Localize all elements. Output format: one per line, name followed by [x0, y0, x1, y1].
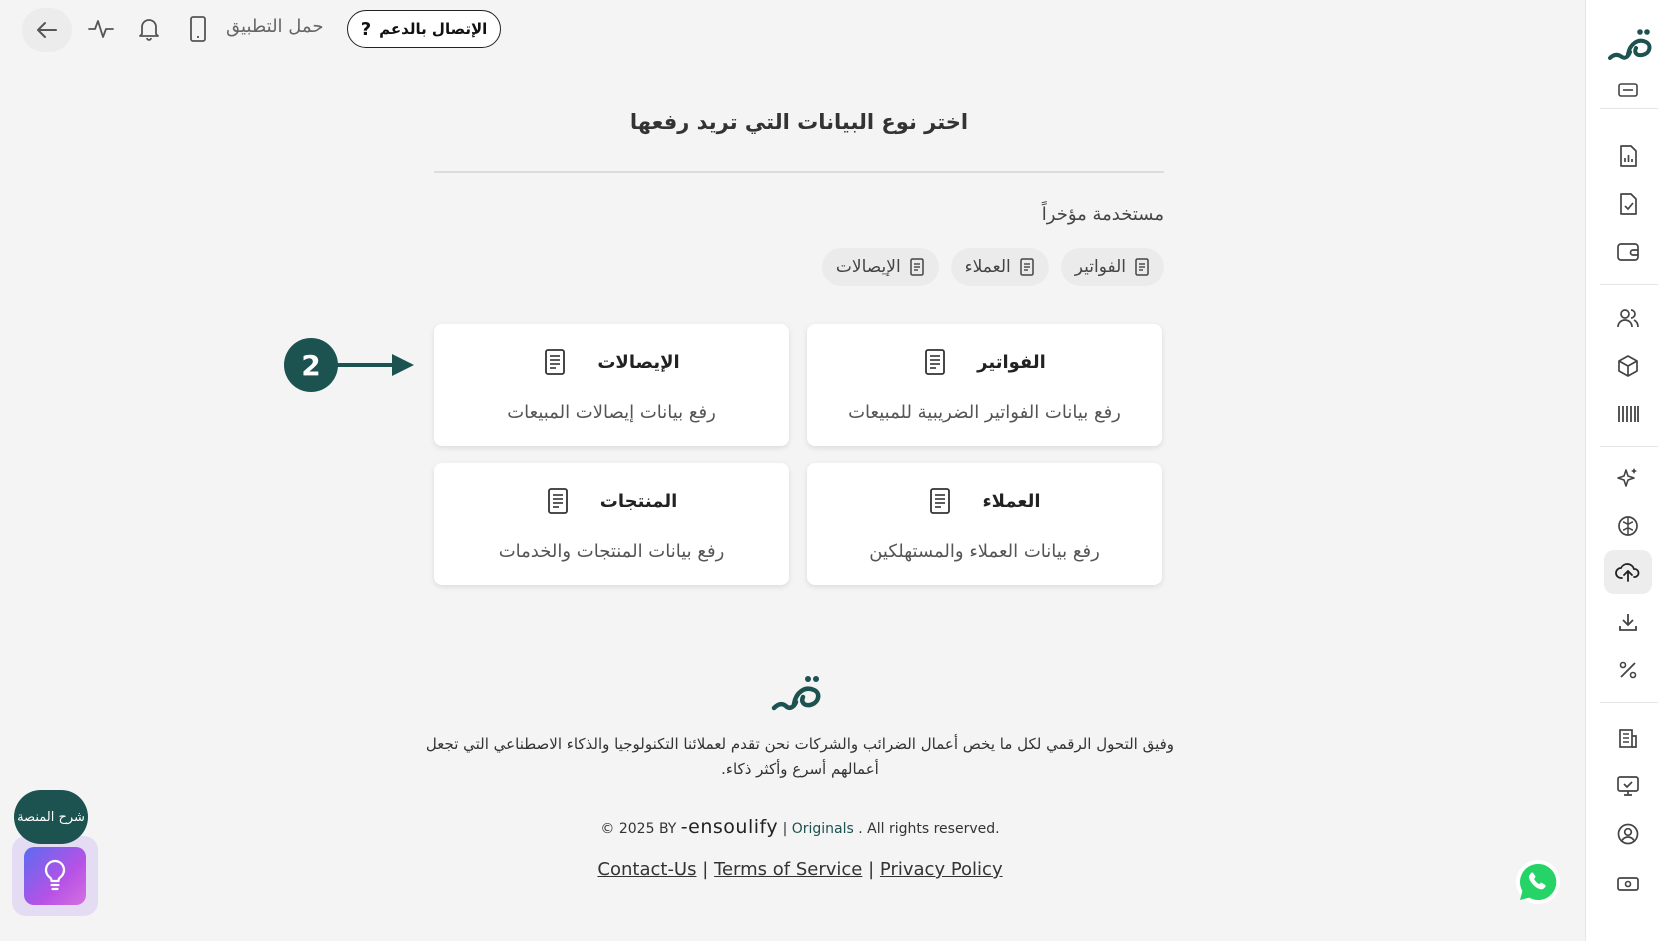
title-divider [434, 171, 1164, 173]
copyright-prefix: © 2025 BY [600, 821, 677, 837]
card-description: رفع بيانات العملاء والمستهلكين [869, 541, 1100, 562]
user-circle-icon[interactable] [1604, 812, 1652, 856]
recent-label: مستخدمة مؤخراً [1041, 204, 1164, 225]
chip-label: الإيصالات [835, 257, 901, 277]
chip-label: العملاء [964, 257, 1011, 277]
report-icon[interactable] [1604, 134, 1652, 178]
recent-chip-receipts[interactable]: الإيصالات [821, 248, 939, 286]
recent-chips: الفواتير العملاء الإيصالات [821, 248, 1164, 286]
building-icon[interactable] [1604, 716, 1652, 760]
brand-name[interactable]: -ensoulify [681, 816, 778, 838]
support-label: الإتصال بالدعم [379, 20, 488, 38]
document-icon [923, 348, 947, 376]
contact-us-link[interactable]: Contact-Us [597, 859, 696, 880]
originals-link[interactable]: Originals [792, 821, 854, 837]
card-invoices[interactable]: الفواتير رفع بيانات الفواتير الضريبية لل… [807, 324, 1162, 446]
card-description: رفع بيانات إيصالات المبيعات [507, 402, 716, 423]
page-title: اختر نوع البيانات التي تريد رفعها [629, 110, 969, 134]
document-icon [909, 258, 925, 276]
card-description: رفع بيانات المنتجات والخدمات [498, 541, 725, 562]
card-title: المنتجات [599, 490, 678, 512]
card-title: العملاء [982, 490, 1041, 512]
box-icon[interactable] [1604, 344, 1652, 388]
document-icon [1019, 258, 1035, 276]
platform-help-label[interactable]: شرح المنصة [14, 790, 88, 844]
cloud-upload-icon[interactable] [1604, 550, 1652, 594]
lightbulb-icon [24, 847, 86, 905]
recent-chip-customers[interactable]: العملاء [950, 248, 1049, 286]
file-check-icon[interactable] [1604, 182, 1652, 226]
platform-help-button[interactable] [12, 836, 98, 916]
step-badge: 2 [284, 338, 338, 392]
chip-label: الفواتير [1074, 257, 1126, 277]
activity-icon[interactable] [86, 14, 116, 44]
question-icon: ? [360, 18, 372, 40]
percent-icon[interactable] [1604, 648, 1652, 692]
phone-icon[interactable] [183, 14, 213, 44]
support-button[interactable]: الإتصال بالدعم ? [347, 10, 501, 48]
back-button[interactable] [22, 8, 72, 52]
download-app-link[interactable]: حمل التطبيق [226, 16, 323, 37]
card-description: رفع بيانات الفواتير الضريبية للمبيعات [848, 402, 1121, 423]
footer-description: وفيق التحول الرقمي لكل ما يخص أعمال الضر… [425, 735, 1175, 778]
sparkles-icon[interactable] [1604, 456, 1652, 500]
card-receipts[interactable]: الإيصالات رفع بيانات إيصالات المبيعات [434, 324, 789, 446]
link-separator: | [702, 859, 709, 880]
monitor-icon[interactable] [1604, 764, 1652, 808]
document-icon [1134, 258, 1150, 276]
money-icon[interactable] [1604, 862, 1652, 906]
copyright: © 2025 BY -ensoulify | Originals . All r… [410, 816, 1190, 838]
brain-icon[interactable] [1604, 504, 1652, 548]
barcode-icon[interactable] [1604, 392, 1652, 436]
recent-chip-invoices[interactable]: الفواتير [1060, 248, 1164, 286]
copyright-separator: | [782, 821, 788, 837]
arrow-left-icon [36, 21, 58, 39]
wallet-icon[interactable] [1604, 230, 1652, 274]
list-icon[interactable] [1604, 76, 1652, 104]
card-title: الإيصالات [597, 351, 680, 373]
card-products[interactable]: المنتجات رفع بيانات المنتجات والخدمات [434, 463, 789, 585]
arrow-right-icon [336, 350, 416, 380]
card-title: الفواتير [977, 351, 1046, 373]
link-separator: | [868, 859, 875, 880]
users-icon[interactable] [1604, 296, 1652, 340]
terms-of-service-link[interactable]: Terms of Service [714, 859, 862, 880]
download-icon[interactable] [1604, 600, 1652, 644]
whatsapp-icon[interactable] [1514, 858, 1562, 906]
sidebar [1585, 0, 1672, 941]
legal-links: Contact-Us | Terms of Service | Privacy … [410, 859, 1190, 880]
bell-icon[interactable] [134, 14, 164, 44]
card-customers[interactable]: العملاء رفع بيانات العملاء والمستهلكين [807, 463, 1162, 585]
document-icon [543, 348, 567, 376]
brand-logo-icon[interactable] [1606, 24, 1656, 68]
document-icon [546, 487, 570, 515]
footer-logo-icon [770, 672, 826, 716]
rights-text: . All rights reserved. [858, 821, 1000, 837]
privacy-policy-link[interactable]: Privacy Policy [880, 859, 1003, 880]
document-icon [928, 487, 952, 515]
